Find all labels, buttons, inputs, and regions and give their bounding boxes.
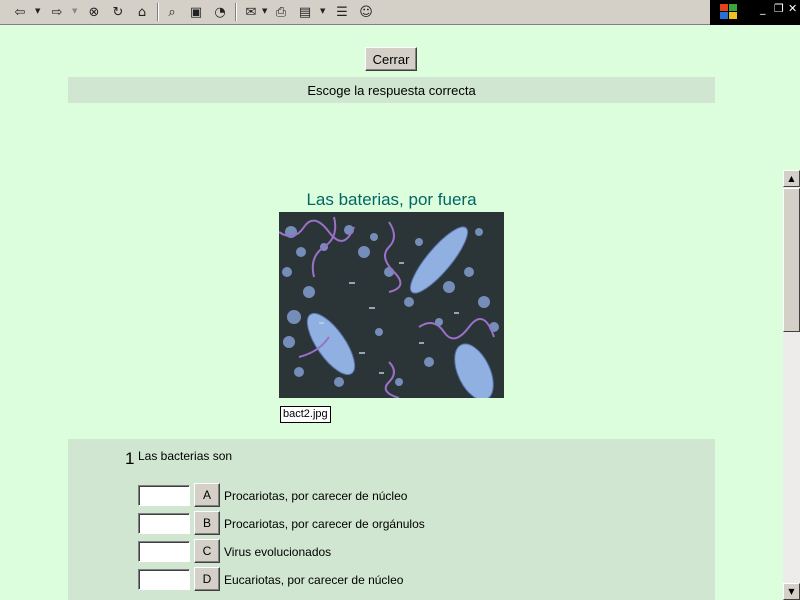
option-d-text: Eucariotas, por carecer de núcleo	[224, 573, 404, 587]
favorites-icon[interactable]: ▣	[187, 3, 205, 21]
option-b-text: Procariotas, por carecer de orgánulos	[224, 517, 425, 531]
scroll-down-icon[interactable]: ▼	[783, 583, 800, 600]
history-icon[interactable]: ◔	[211, 3, 229, 21]
messenger-icon[interactable]: ☺	[357, 3, 375, 21]
mail-icon[interactable]: ✉	[242, 3, 260, 21]
option-a-button[interactable]: A	[194, 483, 220, 507]
discuss-icon[interactable]: ☰	[333, 3, 351, 21]
forward-icon[interactable]: ⇨	[48, 3, 66, 21]
section-title: Las baterias, por fuera	[306, 190, 477, 209]
answer-input-b[interactable]	[138, 513, 190, 534]
stop-icon[interactable]: ⊗	[85, 3, 103, 21]
browser-toolbar: ⇦ ▼ ⇨ ▼ ⊗ ↻ ⌂ ⌕ ▣ ◔ ✉ ▼ ⎙ ▤ ▼ ☰ ☺ _ ❐ ✕	[0, 0, 800, 25]
edit-dropdown-icon[interactable]: ▼	[320, 7, 325, 15]
answer-input-c[interactable]	[138, 541, 190, 562]
edit-icon[interactable]: ▤	[296, 3, 314, 21]
print-icon[interactable]: ⎙	[272, 3, 290, 21]
instruction-bar: Escoge la respuesta correcta	[68, 77, 715, 103]
image-caption: bact2.jpg	[280, 406, 331, 423]
answer-input-d[interactable]	[138, 569, 190, 590]
mail-dropdown-icon[interactable]: ▼	[262, 7, 267, 15]
scroll-up-icon[interactable]: ▲	[783, 170, 800, 187]
search-icon[interactable]: ⌕	[163, 3, 181, 21]
windows-logo-icon	[720, 4, 738, 20]
restore-icon[interactable]: ❐	[774, 2, 784, 15]
refresh-icon[interactable]: ↻	[109, 3, 127, 21]
forward-dropdown-icon[interactable]: ▼	[72, 7, 77, 15]
toolbar-separator	[235, 3, 237, 21]
toolbar-separator	[157, 3, 159, 21]
close-button[interactable]: Cerrar	[365, 47, 417, 71]
answer-input-a[interactable]	[138, 485, 190, 506]
home-icon[interactable]: ⌂	[133, 3, 151, 21]
back-dropdown-icon[interactable]: ▼	[35, 7, 40, 15]
option-c-button[interactable]: C	[194, 539, 220, 563]
question-text: Las bacterias son	[138, 449, 233, 463]
instruction-text: Escoge la respuesta correcta	[307, 82, 476, 98]
window-controls-area: _ ❐ ✕	[710, 0, 800, 25]
bacteria-image	[279, 212, 504, 398]
minimize-icon[interactable]: _	[760, 2, 766, 15]
option-b-button[interactable]: B	[194, 511, 220, 535]
vertical-scrollbar[interactable]: ▲ ▼	[783, 170, 800, 600]
scrollbar-thumb[interactable]	[783, 188, 800, 332]
option-a-text: Procariotas, por carecer de núcleo	[224, 489, 408, 503]
option-c-text: Virus evolucionados	[224, 545, 332, 559]
option-d-button[interactable]: D	[194, 567, 220, 591]
close-window-icon[interactable]: ✕	[788, 2, 797, 15]
back-icon[interactable]: ⇦	[11, 3, 29, 21]
question-number: 1	[125, 449, 135, 468]
